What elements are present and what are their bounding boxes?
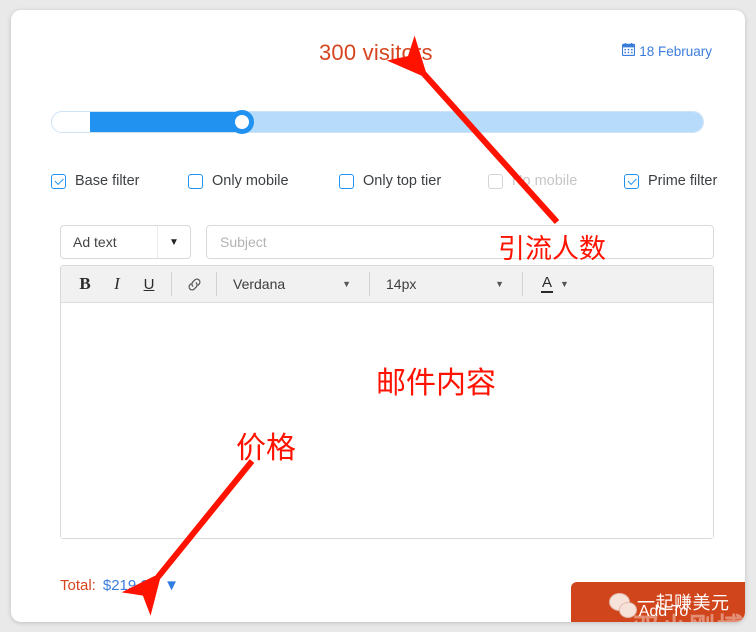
filter-checkbox-base-filter[interactable]: Base filter bbox=[51, 173, 139, 189]
chevron-down-icon[interactable]: ▼ bbox=[157, 226, 190, 258]
checkbox-icon[interactable] bbox=[339, 173, 354, 189]
ad-settings-row: Ad text ▼ Subject bbox=[60, 225, 714, 259]
filter-checkbox-no-mobile: No mobile bbox=[488, 173, 577, 189]
editor-toolbar: B I U Verdana ▼ 14px ▼ A ▼ bbox=[61, 266, 713, 303]
total-row: Total: $219.00 ▼ bbox=[60, 577, 179, 594]
ad-type-select[interactable]: Ad text ▼ bbox=[60, 225, 191, 259]
text-color-button[interactable]: A ▼ bbox=[529, 266, 569, 303]
bold-button[interactable]: B bbox=[69, 266, 101, 303]
add-to-button[interactable]: Add To bbox=[571, 582, 745, 622]
italic-button[interactable]: I bbox=[101, 266, 133, 303]
font-size-value: 14px bbox=[386, 276, 417, 292]
filter-checkbox-label: Only top tier bbox=[363, 173, 442, 189]
toolbar-divider bbox=[369, 272, 370, 296]
filter-checkbox-prime-filter[interactable]: Prime filter bbox=[624, 173, 717, 189]
font-size-select[interactable]: 14px ▼ bbox=[376, 266, 516, 303]
chevron-down-icon: ▼ bbox=[342, 279, 351, 289]
toolbar-divider bbox=[171, 272, 172, 296]
checkbox-icon[interactable] bbox=[624, 173, 639, 189]
subject-input[interactable]: Subject bbox=[206, 225, 714, 259]
filter-checkbox-row: Base filter Only mobile Only top tier No mo… bbox=[51, 173, 717, 195]
toolbar-divider bbox=[522, 272, 523, 296]
filter-checkbox-label: Only mobile bbox=[212, 173, 289, 189]
add-to-button-label: Add To bbox=[638, 603, 689, 620]
chevron-down-icon: ▼ bbox=[495, 279, 504, 289]
filter-checkbox-label: Prime filter bbox=[648, 173, 718, 189]
slider-track[interactable] bbox=[51, 111, 704, 133]
date-picker[interactable]: 18 February bbox=[622, 43, 712, 59]
toolbar-divider bbox=[216, 272, 217, 296]
checkbox-icon bbox=[488, 173, 503, 189]
filter-checkbox-label: No mobile bbox=[512, 173, 578, 189]
underline-button[interactable]: U bbox=[133, 266, 165, 303]
font-family-value: Verdana bbox=[233, 276, 286, 292]
header-row: 300 visitors 18 February bbox=[11, 40, 745, 80]
visitors-slider[interactable] bbox=[51, 110, 704, 134]
total-label: Total: bbox=[60, 577, 96, 594]
date-label: 18 February bbox=[639, 44, 712, 59]
slider-fill bbox=[90, 112, 244, 132]
link-icon[interactable] bbox=[178, 266, 210, 303]
text-color-icon: A bbox=[541, 274, 554, 293]
checkbox-icon[interactable] bbox=[188, 173, 203, 189]
font-family-select[interactable]: Verdana ▼ bbox=[223, 266, 363, 303]
checkbox-icon[interactable] bbox=[51, 173, 66, 189]
ad-type-select-value: Ad text bbox=[73, 234, 117, 250]
slider-thumb[interactable] bbox=[230, 110, 254, 134]
total-value: $219.00 bbox=[102, 577, 158, 594]
calendar-icon bbox=[622, 43, 636, 58]
filter-checkbox-only-top-tier[interactable]: Only top tier bbox=[339, 173, 441, 189]
email-body-textarea[interactable] bbox=[61, 303, 713, 538]
filter-checkbox-only-mobile[interactable]: Only mobile bbox=[188, 173, 289, 189]
email-editor: B I U Verdana ▼ 14px ▼ A ▼ bbox=[60, 265, 714, 539]
chevron-down-icon[interactable]: ▼ bbox=[164, 578, 179, 593]
chevron-down-icon: ▼ bbox=[560, 279, 569, 289]
ad-campaign-card: 300 visitors 18 February Base filter Onl… bbox=[11, 10, 745, 622]
visitors-count-label: 300 visitors bbox=[319, 40, 433, 65]
filter-checkbox-label: Base filter bbox=[75, 173, 140, 189]
